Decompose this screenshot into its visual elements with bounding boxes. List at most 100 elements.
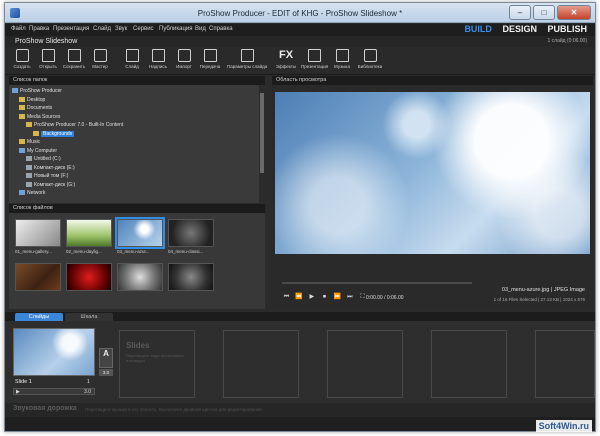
title-bar[interactable]: ProShow Producer - EDIT of KHG - ProShow…: [5, 3, 595, 23]
folder-tree-item[interactable]: Backgrounds: [33, 130, 75, 138]
preview-image: [275, 92, 590, 254]
folder-tree-item[interactable]: Music: [19, 138, 40, 146]
folder-tree-item[interactable]: My Computer: [19, 147, 57, 155]
maximize-button[interactable]: □: [533, 5, 555, 20]
file-list[interactable]: 01_menu-gallery... 02_menu-daylig... 03_me…: [9, 213, 265, 309]
forward-button[interactable]: ⏩: [333, 293, 342, 301]
toolbar-button-import[interactable]: Импорт: [171, 49, 197, 74]
toolbar-label: Создать: [13, 64, 31, 69]
toolbar-button-library[interactable]: Библиотека: [357, 49, 383, 74]
menu-edit[interactable]: Правка: [29, 26, 49, 32]
toolbar-button-wizard[interactable]: Мастер: [87, 49, 113, 74]
file-thumbnail[interactable]: [66, 263, 112, 293]
preview-progress-bar[interactable]: [282, 282, 472, 284]
folder-icon: [33, 130, 39, 136]
folder-tree-item[interactable]: Desktop: [19, 96, 45, 104]
toolbar-button-slide[interactable]: Слайд: [119, 49, 145, 74]
library-icon: [363, 49, 377, 62]
open-icon: [41, 49, 55, 62]
folder-tree[interactable]: ProShow Producer Desktop Documents Media So…: [9, 85, 265, 203]
file-thumbnail-caption: 02_menu-daylig...: [66, 249, 102, 254]
folder-tree-item[interactable]: Documents: [19, 104, 52, 112]
close-button[interactable]: ✕: [557, 5, 591, 20]
toolbar-button-save[interactable]: Сохранить: [61, 49, 87, 74]
toolbar-button-music[interactable]: Музыка: [329, 49, 355, 74]
slide-list[interactable]: Slide 1 ▶ 3.0 1 A 3.0 Slides Перетащите …: [5, 321, 595, 403]
soundtrack-area[interactable]: Звуковая дорожка Перетащите музыку в эту…: [5, 403, 595, 417]
file-thumbnail[interactable]: 02_menu-daylig...: [66, 219, 112, 254]
folder-tree-label: My Computer: [27, 147, 58, 154]
file-thumbnail[interactable]: 04_menu-classi...: [168, 219, 214, 254]
slide-thumbnail[interactable]: [13, 328, 95, 376]
folder-tree-label: ProShow Producer 7.0 - Built-In Content: [34, 122, 124, 128]
folder-tree-item[interactable]: ProShow Producer: [12, 87, 62, 95]
file-thumbnail[interactable]: [15, 263, 61, 293]
toolbar-label: Параметры слайда: [227, 64, 268, 69]
file-thumbnail[interactable]: [168, 263, 214, 293]
toolbar-label: Библиотека: [357, 64, 383, 69]
music-icon: [335, 49, 349, 62]
menu-help[interactable]: Справка: [209, 26, 233, 32]
transition-duration[interactable]: 3.0: [99, 369, 113, 376]
toolbar-label: Импорт: [176, 64, 192, 69]
folder-tree-label: Backgrounds: [41, 130, 75, 137]
folder-tree-item[interactable]: Новый том (F:): [26, 172, 68, 180]
toolbar-button-open[interactable]: Открыть: [35, 49, 61, 74]
toolbar-button-transfer[interactable]: Передача: [197, 49, 223, 74]
drive-icon: [26, 156, 32, 161]
slide-placeholder[interactable]: [535, 330, 595, 398]
tab-slides[interactable]: Слайды: [15, 313, 63, 321]
file-thumbnail[interactable]: 03_menu-azur...: [115, 217, 165, 254]
show-icon: [307, 49, 321, 62]
folder-tree-item[interactable]: Untitled (C:): [26, 155, 61, 163]
menu-view[interactable]: Вид: [195, 26, 206, 32]
menu-slide[interactable]: Слайд: [93, 26, 111, 32]
menu-bar: Файл Правка Презентация Слайд Звук Серви…: [5, 24, 595, 36]
menu-tools[interactable]: Сервис: [133, 26, 154, 32]
toolbar-button-caption[interactable]: Надпись: [145, 49, 171, 74]
slide-duration[interactable]: 3.0: [84, 389, 91, 395]
skip-end-button[interactable]: ⏭: [345, 293, 354, 301]
app-window: ProShow Producer - EDIT of KHG - ProShow…: [4, 2, 596, 432]
mode-design-button[interactable]: DESIGN: [502, 24, 537, 34]
toolbar-button-slide-options[interactable]: Параметры слайда: [227, 49, 267, 74]
toolbar-button-show[interactable]: Презентация: [301, 49, 328, 74]
playback-controls: ⏮ ⏪ ▶ ⏹ ⏩ ⏭ ⛶: [282, 293, 369, 303]
file-thumbnail[interactable]: 01_menu-gallery...: [15, 219, 61, 254]
mode-publish-button[interactable]: PUBLISH: [547, 24, 587, 34]
play-button[interactable]: ▶: [307, 293, 316, 301]
toolbar-label: Слайд: [125, 64, 139, 69]
slide-placeholder[interactable]: Slides Перетащите сюда фотографии или ви…: [119, 330, 195, 398]
transition-button[interactable]: A: [99, 348, 113, 368]
folder-scroll-thumb[interactable]: [260, 93, 264, 173]
folder-tree-label: Documents: [27, 105, 53, 111]
skip-start-button[interactable]: ⏮: [282, 293, 291, 301]
menu-publish[interactable]: Публикация: [159, 26, 193, 32]
menu-file[interactable]: Файл: [11, 26, 26, 32]
slide-placeholder[interactable]: [431, 330, 507, 398]
toolbar-label: Открыть: [39, 64, 57, 69]
slide-placeholder[interactable]: [327, 330, 403, 398]
slide-play-icon[interactable]: ▶: [16, 389, 20, 395]
folder-tree-item[interactable]: Media Sources: [19, 113, 60, 121]
folder-tree-item[interactable]: Network: [19, 189, 45, 197]
mode-build-button[interactable]: BUILD: [464, 24, 492, 34]
stop-button[interactable]: ⏹: [320, 293, 329, 301]
toolbar-button-new[interactable]: Создать: [9, 49, 35, 74]
file-thumbnail[interactable]: [117, 263, 163, 293]
folder-tree-item[interactable]: Компакт-диск (E:): [26, 164, 75, 172]
toolbar-button-fx[interactable]: FX Эффекты: [273, 49, 299, 74]
folder-scrollbar[interactable]: [259, 85, 265, 203]
toolbar: Создать Открыть Сохранить Мастер Слайд Надпис…: [5, 47, 595, 75]
watermark: Soft4Win.ru: [535, 420, 592, 432]
slide-placeholder[interactable]: [223, 330, 299, 398]
minimize-button[interactable]: –: [509, 5, 531, 20]
transfer-icon: [203, 49, 217, 62]
menu-sound[interactable]: Звук: [115, 26, 127, 32]
folder-tree-item[interactable]: ProShow Producer 7.0 - Built-In Content: [26, 121, 123, 129]
folder-tree-item[interactable]: Компакт-диск (G:): [26, 181, 75, 189]
menu-presentation[interactable]: Презентация: [53, 26, 89, 32]
rewind-button[interactable]: ⏪: [295, 293, 304, 301]
tab-timeline[interactable]: Шкала: [65, 313, 113, 321]
drive-icon: [26, 164, 32, 170]
